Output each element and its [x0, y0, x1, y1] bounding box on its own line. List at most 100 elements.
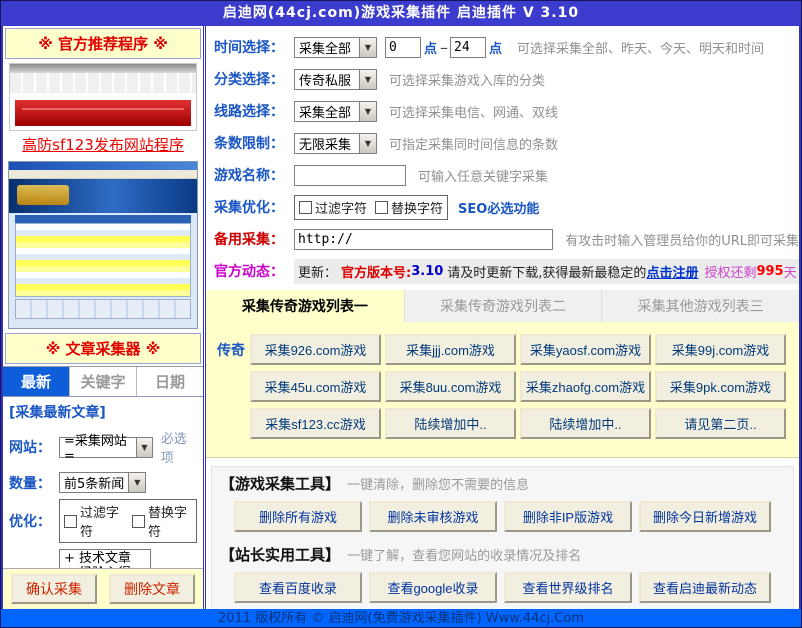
- collect-game-button[interactable]: 采集9pk.com游戏: [655, 371, 786, 402]
- collect-game-button[interactable]: 采集zhaofg.com游戏: [520, 371, 651, 402]
- count-select[interactable]: 前5条新闻 ▼: [59, 472, 146, 493]
- site-logo: [17, 185, 69, 205]
- chevron-down-icon: ▼: [128, 473, 145, 492]
- site-banner: [9, 179, 197, 213]
- tab-game-list-2[interactable]: 采集传奇游戏列表二: [404, 290, 602, 322]
- article-collect-form: [采集最新文章] 网站： =采集网站= ▼ 必选项 数量： 前5条新闻 ▼: [3, 397, 203, 568]
- game-button-row: 采集sf123.cc游戏 陆续增加中.. 陆续增加中.. 请见第二页..: [212, 408, 793, 439]
- webmaster-tools-heading: 【站长实用工具】 一键了解，查看您网站的收录情况及排名: [220, 544, 785, 565]
- game-name-label: 游戏名称：: [214, 165, 294, 185]
- hour-from-input[interactable]: [385, 37, 421, 58]
- tab-game-list-3[interactable]: 采集其他游戏列表三: [601, 290, 799, 322]
- article-collector-screenshot[interactable]: [8, 161, 198, 329]
- tab-game-list-1[interactable]: 采集传奇游戏列表一: [206, 290, 404, 322]
- category-item[interactable]: + 技术文章: [64, 551, 146, 566]
- category-row: 分类： + 技术文章 + 经验心得 + 心情故事 + 经典脚本 随机: [9, 549, 197, 568]
- site-label: 网站：: [9, 437, 59, 457]
- line-desc: 可选择采集电信、网通、双线: [389, 102, 558, 121]
- category-select-label: 分类选择：: [214, 69, 294, 89]
- required-hint: 必选项: [161, 428, 197, 466]
- filter-chars-checkbox[interactable]: [299, 201, 312, 214]
- category-listbox[interactable]: + 技术文章 + 经验心得 + 心情故事 + 经典脚本: [59, 549, 151, 568]
- collect-game-button[interactable]: 陆续增加中..: [520, 408, 651, 439]
- filter-chars-checkbox[interactable]: [64, 515, 77, 528]
- backup-desc: 有攻击时输入管理员给你的URL即可采集: [565, 230, 799, 249]
- site-link-grid: [15, 299, 191, 319]
- news-row: 官方动态： 更新： 官方版本号: 3.10 请及时更新下载,获得最新最稳定的 点…: [214, 258, 799, 284]
- tab-date[interactable]: 日期: [137, 367, 203, 396]
- tab-keyword[interactable]: 关键字: [70, 367, 137, 396]
- site-select[interactable]: =采集网站= ▼: [59, 437, 153, 458]
- chevron-down-icon: ▼: [359, 70, 376, 89]
- promo-site-screenshot[interactable]: [9, 63, 197, 131]
- footer-bar: 2011 版权所有 © 启迪网(免费游戏采集插件) Www.44cj.Com: [1, 609, 801, 628]
- optimize-label: 优化：: [9, 511, 59, 531]
- browser-titlebar: [9, 162, 197, 170]
- official-news: 更新： 官方版本号: 3.10 请及时更新下载,获得最新最稳定的 点击注册 授权…: [294, 259, 799, 284]
- collect-game-button[interactable]: 采集926.com游戏: [250, 334, 381, 365]
- delete-today-games-button[interactable]: 删除今日新增游戏: [639, 501, 771, 532]
- collect-game-button[interactable]: 采集sf123.cc游戏: [250, 408, 381, 439]
- time-desc: 可选择采集全部、昨天、今天、明天和时间: [517, 38, 764, 57]
- news-label: 官方动态：: [214, 261, 294, 281]
- game-name-desc: 可输入任意关键字采集: [418, 166, 548, 185]
- backup-label: 备用采集：: [214, 229, 294, 249]
- limit-desc: 可指定采集同时间信息的条数: [389, 134, 558, 153]
- line-select[interactable]: 采集全部 ▼: [294, 101, 377, 122]
- hour-to-input[interactable]: [450, 37, 486, 58]
- check-baidu-index-button[interactable]: 查看百度收录: [234, 572, 362, 603]
- limit-select[interactable]: 无限采集 ▼: [294, 133, 377, 154]
- line-label: 线路选择：: [214, 101, 294, 121]
- webmaster-tools-title: 【站长实用工具】: [220, 546, 340, 564]
- screenshot-banner-line: [22, 108, 184, 110]
- collect-game-button[interactable]: 采集jjj.com游戏: [385, 334, 516, 365]
- webmaster-tools-desc: 一键了解，查看您网站的收录情况及排名: [347, 549, 581, 564]
- tab-latest[interactable]: 最新: [3, 367, 70, 396]
- collect-game-button[interactable]: 陆续增加中..: [385, 408, 516, 439]
- time-select[interactable]: 采集全部 ▼: [294, 37, 377, 58]
- main-panel: 时间选择： 采集全部 ▼ 点 – 点 可选择采集全部、昨天、今天、明天和时间 分…: [206, 26, 799, 609]
- check-world-rank-button[interactable]: 查看世界级排名: [504, 572, 632, 603]
- section-title: [采集最新文章]: [9, 402, 197, 422]
- game-button-row: 传奇 采集926.com游戏 采集jjj.com游戏 采集yaosf.com游戏…: [212, 334, 793, 365]
- screenshot-red-banner: [15, 100, 191, 126]
- check-qidi-news-button[interactable]: 查看启迪最新动态: [639, 572, 771, 603]
- limit-label: 条数限制：: [214, 133, 294, 153]
- register-link[interactable]: 点击注册: [646, 262, 698, 281]
- game-name-input[interactable]: [294, 165, 406, 186]
- collect-game-button[interactable]: 采集99j.com游戏: [655, 334, 786, 365]
- collect-game-button[interactable]: 采集45u.com游戏: [250, 371, 381, 402]
- collect-game-button[interactable]: 采集8uu.com游戏: [385, 371, 516, 402]
- site-row: 网站： =采集网站= ▼ 必选项: [9, 428, 197, 466]
- time-row: 时间选择： 采集全部 ▼ 点 – 点 可选择采集全部、昨天、今天、明天和时间: [214, 34, 799, 60]
- chevron-down-icon: ▼: [136, 438, 152, 457]
- collect-game-button[interactable]: 请见第二页..: [655, 408, 786, 439]
- chevron-down-icon: ▼: [359, 134, 376, 153]
- check-google-index-button[interactable]: 查看google收录: [369, 572, 497, 603]
- chevron-down-icon: ▼: [359, 38, 376, 57]
- game-collect-panel: 传奇 采集926.com游戏 采集jjj.com游戏 采集yaosf.com游戏…: [206, 322, 799, 458]
- replace-chars-option: 替换字符: [375, 198, 443, 217]
- site-table-rows: [15, 223, 191, 297]
- delete-non-ip-games-button[interactable]: 删除非IP版游戏: [504, 501, 632, 532]
- collect-game-button[interactable]: 采集yaosf.com游戏: [520, 334, 651, 365]
- delete-all-games-button[interactable]: 删除所有游戏: [234, 501, 362, 532]
- promo-link[interactable]: 高防sf123发布网站程序: [3, 134, 203, 155]
- delete-unreviewed-games-button[interactable]: 删除未审核游戏: [369, 501, 497, 532]
- article-tabs: 最新 关键字 日期: [3, 366, 203, 397]
- backup-url-input[interactable]: [294, 229, 553, 250]
- content-area: ※ 官方推荐程序 ※ 高防sf123发布网站程序 ※ 文章采集器 ※: [1, 26, 801, 609]
- confirm-collect-button[interactable]: 确认采集: [11, 574, 97, 604]
- delete-article-button[interactable]: 删除文章: [109, 574, 195, 604]
- game-category-select[interactable]: 传奇私服 ▼: [294, 69, 377, 90]
- game-name-row: 游戏名称： 可输入任意关键字采集: [214, 162, 799, 188]
- replace-chars-checkbox[interactable]: [132, 515, 145, 528]
- category-select-row: 分类选择： 传奇私服 ▼ 可选择采集游戏入库的分类: [214, 66, 799, 92]
- tools-panel: 【游戏采集工具】 一键清除，删除您不需要的信息 删除所有游戏 删除未审核游戏 删…: [211, 466, 794, 609]
- time-label: 时间选择：: [214, 37, 294, 57]
- app-window: 启迪网(44cj.com)游戏采集插件 启迪插件 V 3.10 ※ 官方推荐程序…: [0, 0, 802, 628]
- game-tools-heading: 【游戏采集工具】 一键清除，删除您不需要的信息: [220, 473, 785, 494]
- replace-chars-checkbox[interactable]: [375, 201, 388, 214]
- collect-optimize-row: 采集优化： 过滤字符 替换字符 SEO必选功能: [214, 194, 799, 220]
- game-tools-desc: 一键清除，删除您不需要的信息: [347, 478, 529, 493]
